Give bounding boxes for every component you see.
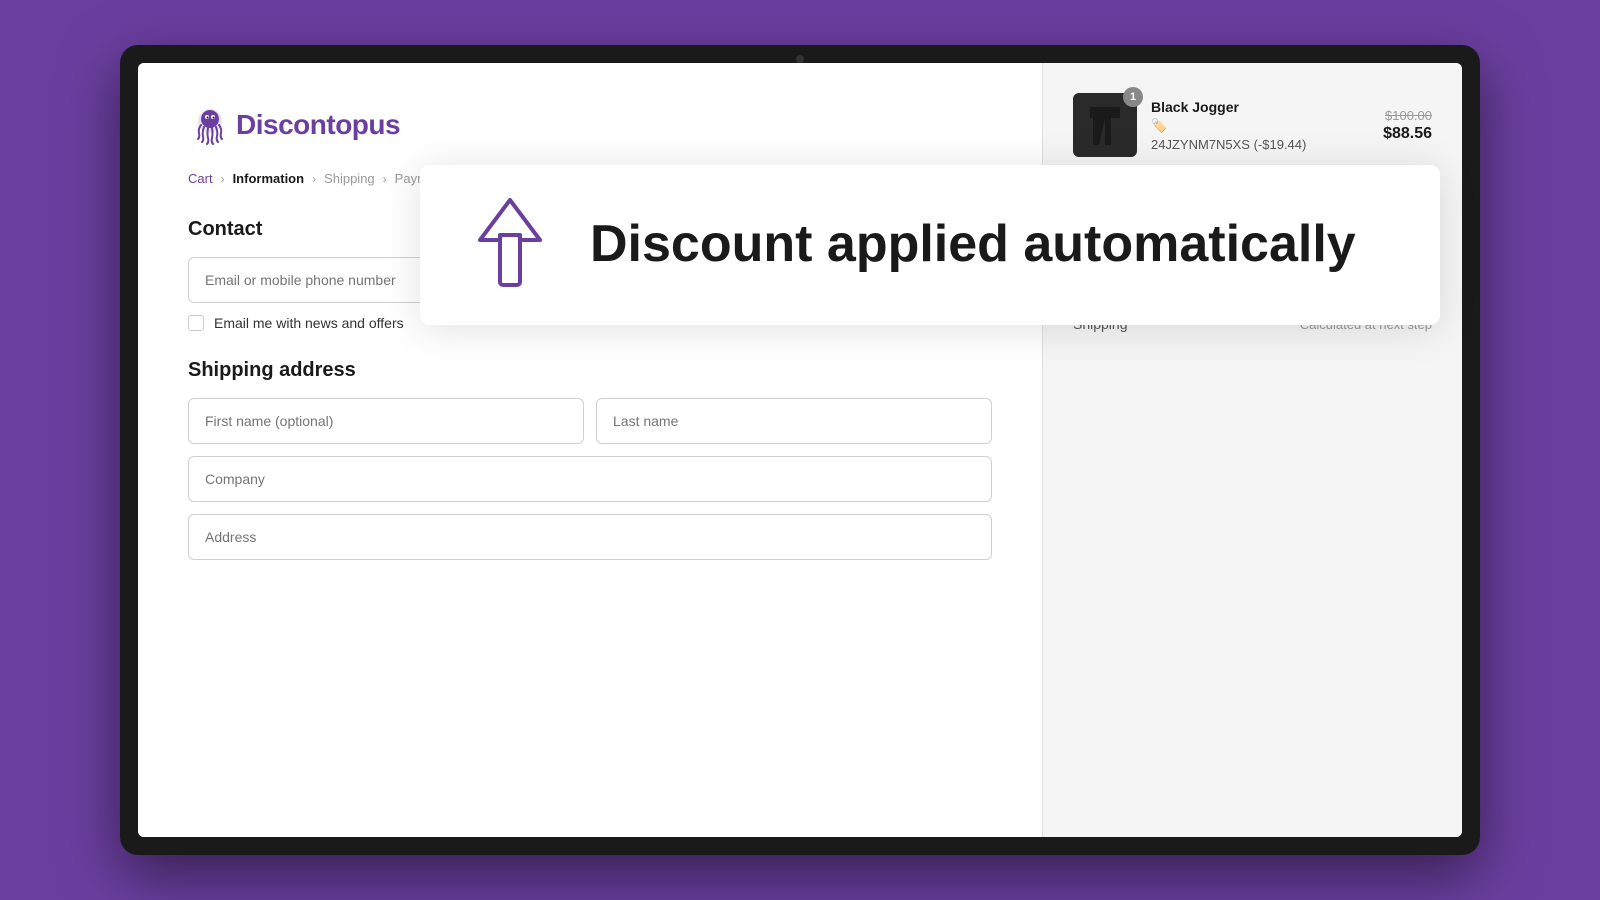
breadcrumb-information[interactable]: Information — [233, 171, 305, 186]
laptop-frame: Discontopus Cart › Information › Shippin… — [120, 45, 1480, 855]
address-input[interactable] — [188, 514, 992, 560]
product-prices: $100.00 $88.56 — [1383, 108, 1432, 143]
arrow-up-icon — [470, 195, 550, 295]
name-row — [188, 398, 992, 456]
price-original: $100.00 — [1383, 108, 1432, 123]
product-name: Black Jogger — [1151, 99, 1369, 115]
logo-octopus-icon — [188, 103, 232, 147]
newsletter-checkbox[interactable] — [188, 315, 204, 331]
product-row: 1 Black Jogger 🏷️ 24JZYNM7N5XS (-$19.44)… — [1073, 93, 1432, 157]
product-pants-icon — [1085, 100, 1125, 150]
first-name-input[interactable] — [188, 398, 584, 444]
product-badge: 1 — [1123, 87, 1143, 107]
product-image-wrapper: 1 — [1073, 93, 1137, 157]
company-input[interactable] — [188, 456, 992, 502]
product-info: Black Jogger 🏷️ 24JZYNM7N5XS (-$19.44) — [1151, 99, 1369, 152]
product-code: 24JZYNM7N5XS (-$19.44) — [1151, 137, 1369, 152]
camera-dot — [796, 55, 804, 63]
last-name-input[interactable] — [596, 398, 992, 444]
logo-text: Discontopus — [236, 109, 400, 141]
breadcrumb-sep-2: › — [312, 172, 316, 186]
shipping-section-title: Shipping address — [188, 359, 992, 382]
newsletter-label: Email me with news and offers — [214, 315, 404, 331]
overlay-message: Discount applied automatically — [590, 216, 1356, 273]
price-discounted: $88.56 — [1383, 125, 1432, 143]
screen: Discontopus Cart › Information › Shippin… — [138, 63, 1462, 837]
breadcrumb-sep-1: › — [221, 172, 225, 186]
breadcrumb-cart[interactable]: Cart — [188, 171, 213, 186]
breadcrumb-sep-3: › — [383, 172, 387, 186]
overlay-popup: Discount applied automatically — [420, 165, 1440, 325]
discount-applied-icon: 🏷️ — [1151, 118, 1369, 134]
breadcrumb-shipping: Shipping — [324, 171, 375, 186]
logo-area: Discontopus — [188, 103, 992, 147]
